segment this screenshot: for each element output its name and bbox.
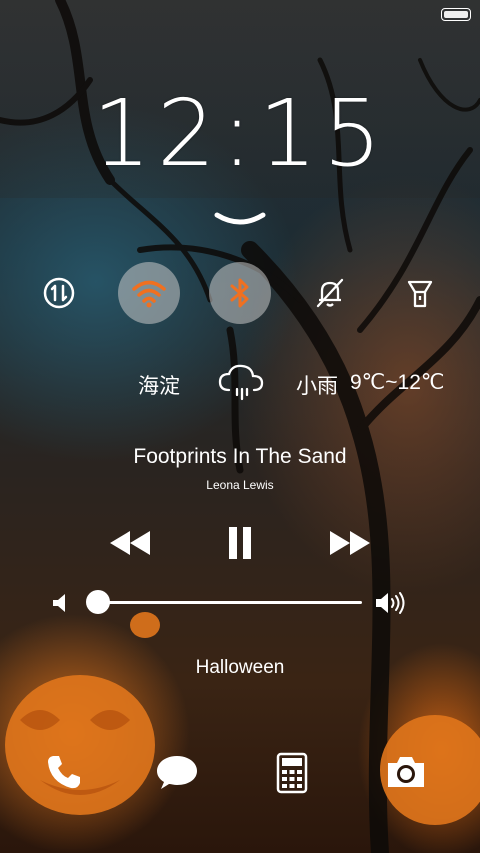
volume-thumb[interactable] [86, 590, 110, 614]
bluetooth-icon[interactable] [209, 262, 271, 324]
volume-low-icon [53, 594, 65, 612]
song-title: Footprints In The Sand [133, 445, 347, 468]
chevron-down-icon[interactable] [213, 211, 267, 231]
calculator-icon[interactable] [276, 752, 308, 794]
weather-city: 海淀 [138, 375, 180, 398]
volume-control [0, 586, 480, 618]
quick-toggles [0, 262, 480, 324]
bell-muted-icon[interactable] [299, 262, 361, 324]
fast-forward-icon[interactable] [328, 524, 372, 562]
volume-slider[interactable] [88, 601, 362, 604]
battery-icon [441, 8, 471, 21]
wallpaper-caption: Halloween [195, 657, 285, 678]
rewind-icon[interactable] [108, 524, 152, 562]
clock-minutes: 15 [258, 80, 388, 187]
flashlight-icon[interactable] [389, 262, 451, 324]
lock-clock: 12:15 [0, 88, 480, 180]
phone-icon[interactable] [44, 752, 84, 792]
message-icon[interactable] [155, 752, 199, 792]
rain-cloud-icon [218, 364, 264, 401]
weather-condition: 小雨 [296, 375, 338, 398]
volume-high-icon [376, 592, 405, 614]
clock-separator: : [221, 80, 259, 187]
data-arrows-icon[interactable] [28, 262, 90, 324]
pause-icon[interactable] [226, 524, 254, 562]
weather-widget: 海淀 小雨 9℃~12℃ [0, 360, 480, 404]
camera-icon[interactable] [384, 752, 428, 792]
wifi-icon[interactable] [118, 262, 180, 324]
clock-hours: 12 [92, 80, 222, 187]
weather-temperature: 9℃~12℃ [350, 371, 445, 394]
song-artist: Leona Lewis [206, 478, 274, 492]
